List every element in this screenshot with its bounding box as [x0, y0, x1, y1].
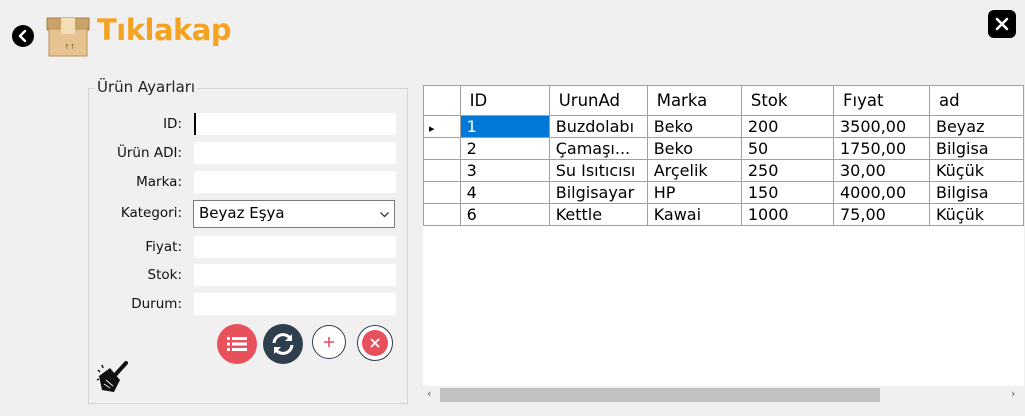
table-cell[interactable]: 3500,00: [833, 115, 930, 138]
chevron-down-icon: [380, 212, 389, 218]
add-button[interactable]: [312, 325, 346, 359]
brand-label: Marka:: [136, 174, 182, 190]
table-cell[interactable]: Çamaşı...: [548, 137, 648, 160]
table-cell[interactable]: Buzdolabı: [548, 115, 648, 138]
table-cell[interactable]: HP: [646, 181, 742, 204]
column-header-id[interactable]: ID: [459, 85, 550, 116]
table-cell[interactable]: 4: [459, 181, 550, 204]
table-cell[interactable]: 1750,00: [833, 137, 930, 160]
column-header-stok[interactable]: Stok: [740, 85, 835, 116]
status-input[interactable]: [194, 293, 396, 315]
table-cell[interactable]: Beko: [646, 137, 742, 160]
table-cell[interactable]: Su Isıtıcısı: [548, 159, 648, 182]
corner-header: [423, 85, 461, 116]
name-label: Ürün ADI:: [117, 145, 182, 161]
group-title: Ürün Ayarları: [95, 78, 198, 96]
header-row: ID UrunAd Marka Stok Fıyat ad: [423, 85, 1024, 116]
table-cell[interactable]: 150: [740, 181, 835, 204]
box-logo-icon: ↑↑: [46, 17, 90, 57]
price-label: Fiyat:: [145, 239, 182, 255]
table-cell[interactable]: 250: [740, 159, 835, 182]
scroll-thumb[interactable]: [440, 388, 880, 402]
table-cell[interactable]: Kettle: [548, 203, 648, 226]
table-cell[interactable]: 1: [459, 115, 550, 138]
row-header[interactable]: ▸: [423, 115, 461, 138]
product-grid[interactable]: ID UrunAd Marka Stok Fıyat ad ▸ 1 Buzdol…: [423, 85, 1024, 403]
table-cell[interactable]: 4000,00: [833, 181, 930, 204]
brand-row: Marka:: [88, 171, 406, 195]
stock-row: Stok:: [88, 264, 406, 288]
brand-input[interactable]: [194, 171, 396, 193]
category-label: Kategori:: [120, 205, 182, 221]
table-cell[interactable]: 200: [740, 115, 835, 138]
app-title: Tıklakap: [97, 13, 232, 47]
status-row: Durum:: [88, 293, 406, 317]
delete-circle: [362, 330, 388, 356]
table-cell[interactable]: 6: [459, 203, 550, 226]
delete-button[interactable]: [357, 325, 393, 361]
list-icon: [227, 337, 247, 351]
list-button[interactable]: [217, 324, 257, 364]
column-header-fiyat[interactable]: Fıyat: [833, 85, 930, 116]
table-cell[interactable]: 3: [459, 159, 550, 182]
plus-icon: [324, 337, 334, 347]
table-cell[interactable]: Beyaz: [928, 115, 1024, 138]
table-cell[interactable]: Küçük: [928, 159, 1024, 182]
table-row[interactable]: 2 Çamaşı... Beko 50 1750,00 Bilgisa: [423, 137, 1024, 160]
category-select[interactable]: Beyaz Eşya: [193, 200, 395, 228]
row-header[interactable]: [423, 181, 461, 204]
category-row: Kategori: Beyaz Eşya: [88, 200, 406, 228]
refresh-icon: [272, 333, 294, 355]
refresh-button[interactable]: [263, 324, 303, 364]
table-cell[interactable]: Küçük: [928, 203, 1024, 226]
close-button[interactable]: [988, 10, 1016, 38]
stock-label: Stok:: [147, 267, 183, 283]
scroll-right-icon[interactable]: ›: [1011, 387, 1015, 400]
table-cell[interactable]: 1000: [740, 203, 835, 226]
table-cell[interactable]: Bilgisayar: [548, 181, 648, 204]
table-cell[interactable]: Kawai: [646, 203, 742, 226]
table-cell[interactable]: 50: [740, 137, 835, 160]
broom-icon[interactable]: [96, 360, 132, 394]
id-label: ID:: [163, 116, 182, 132]
scroll-left-icon[interactable]: ‹: [427, 387, 431, 400]
id-input[interactable]: [194, 113, 396, 135]
status-label: Durum:: [131, 296, 182, 312]
back-button[interactable]: [12, 25, 34, 47]
price-input[interactable]: [194, 236, 396, 258]
category-value: Beyaz Eşya: [199, 204, 285, 222]
table-cell[interactable]: Bilgisa: [928, 137, 1024, 160]
table-cell[interactable]: 75,00: [833, 203, 930, 226]
column-header-ad[interactable]: ad: [928, 85, 1024, 116]
table-cell[interactable]: 2: [459, 137, 550, 160]
table-cell[interactable]: Bilgisa: [928, 181, 1024, 204]
table-row[interactable]: 3 Su Isıtıcısı Arçelik 250 30,00 Küçük: [423, 159, 1024, 182]
table-row[interactable]: 6 Kettle Kawai 1000 75,00 Küçük: [423, 203, 1024, 226]
row-header[interactable]: [423, 203, 461, 226]
name-input[interactable]: [194, 142, 396, 164]
table-cell[interactable]: 30,00: [833, 159, 930, 182]
row-header[interactable]: [423, 159, 461, 182]
close-icon: [370, 338, 380, 348]
price-row: Fiyat:: [88, 236, 406, 260]
table-row[interactable]: 4 Bilgisayar HP 150 4000,00 Bilgisa: [423, 181, 1024, 204]
column-header-marka[interactable]: Marka: [646, 85, 742, 116]
name-row: Ürün ADI:: [88, 142, 406, 166]
close-icon: [995, 17, 1009, 31]
table-row[interactable]: ▸ 1 Buzdolabı Beko 200 3500,00 Beyaz: [423, 115, 1024, 138]
horizontal-scrollbar[interactable]: ‹ ›: [423, 386, 1024, 404]
chevron-left-icon: [18, 30, 27, 42]
current-row-marker-icon: ▸: [429, 122, 435, 135]
table-cell[interactable]: Beko: [646, 115, 742, 138]
table-cell[interactable]: Arçelik: [646, 159, 742, 182]
id-row: ID:: [88, 113, 406, 137]
stock-input[interactable]: [194, 264, 396, 286]
column-header-urunad[interactable]: UrunAd: [548, 85, 648, 116]
row-header[interactable]: [423, 137, 461, 160]
product-table: ID UrunAd Marka Stok Fıyat ad ▸ 1 Buzdol…: [423, 85, 1024, 226]
svg-text:↑↑: ↑↑: [64, 43, 76, 51]
